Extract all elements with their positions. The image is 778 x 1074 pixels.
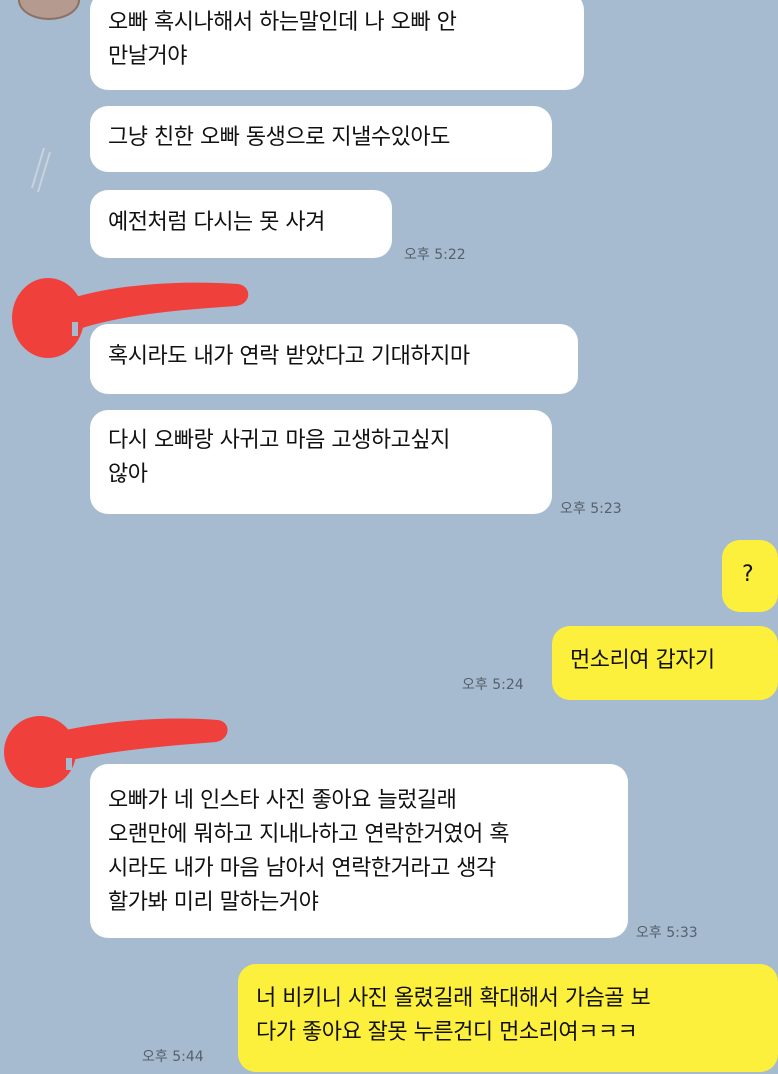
message-bubble-incoming[interactable]: 오빠 혹시나해서 하는말인데 나 오빠 안 만날거야 (90, 0, 584, 90)
message-timestamp: 오후 5:22 (404, 247, 466, 263)
message-timestamp: 오후 5:23 (560, 501, 622, 517)
message-timestamp: 오후 5:33 (636, 925, 698, 941)
message-bubble-incoming[interactable]: 혹시라도 내가 연락 받았다고 기대하지마 (90, 324, 578, 394)
message-timestamp: 오후 5:24 (462, 677, 524, 693)
message-bubble-outgoing[interactable]: 먼소리여 갑자기 (552, 626, 778, 700)
message-bubble-outgoing[interactable]: 너 비키니 사진 올렸길래 확대해서 가슴골 보 다가 좋아요 잘못 누른건디 … (238, 964, 778, 1072)
sender-avatar[interactable] (18, 0, 80, 20)
message-bubble-incoming[interactable]: 오빠가 네 인스타 사진 좋아요 늘렀길래 오랜만에 뭐하고 지내나하고 연락한… (90, 764, 628, 938)
message-bubble-outgoing[interactable]: ? (722, 540, 778, 612)
message-bubble-incoming[interactable]: 다시 오빠랑 사귀고 마음 고생하고싶지 않아 (90, 410, 552, 514)
message-bubble-incoming[interactable]: 그냥 친한 오빠 동생으로 지낼수있아도 (90, 106, 552, 172)
message-bubble-incoming[interactable]: 예전처럼 다시는 못 사겨 (90, 190, 392, 258)
message-timestamp: 오후 5:44 (142, 1049, 204, 1065)
scratch-marks (31, 147, 51, 193)
